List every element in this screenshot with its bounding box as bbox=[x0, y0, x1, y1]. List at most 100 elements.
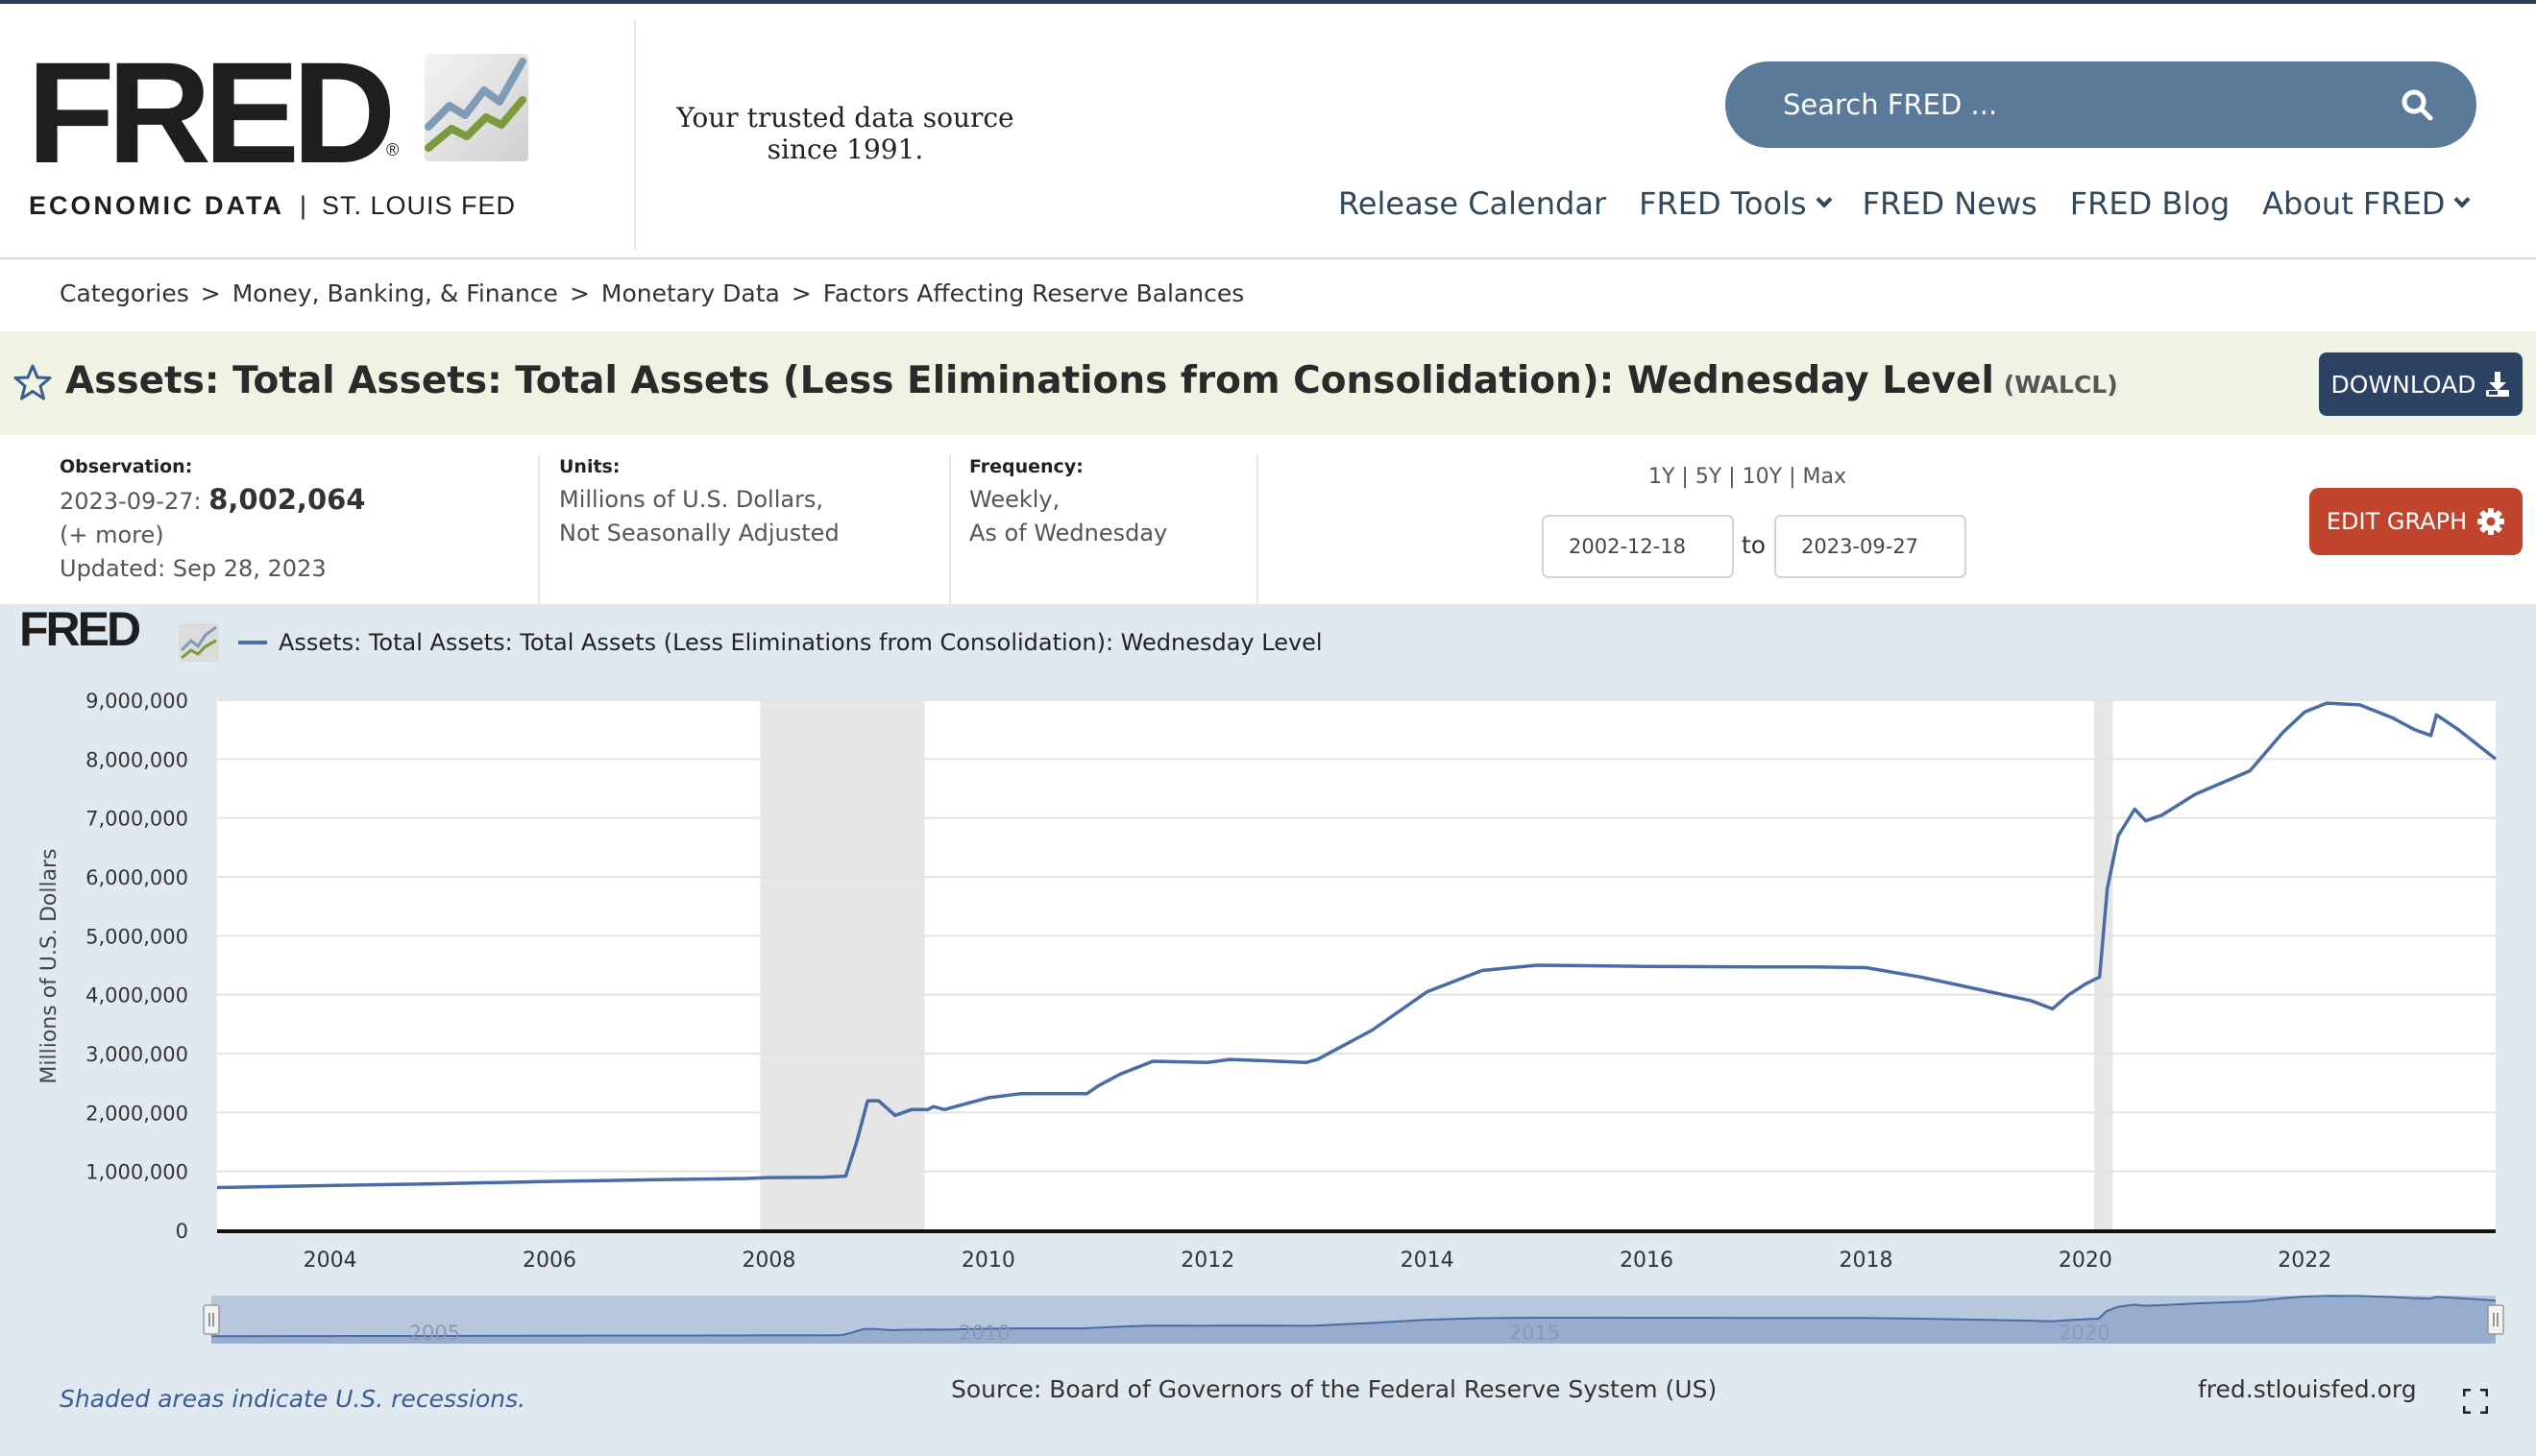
recession-note: Shaded areas indicate U.S. recessions. bbox=[60, 1385, 526, 1413]
frequency-line-2: As of Wednesday bbox=[969, 520, 1168, 546]
source-note[interactable]: Source: Board of Governors of the Federa… bbox=[951, 1375, 1717, 1403]
nav-label: Release Calendar bbox=[1338, 185, 1607, 222]
navigator-label: 2005 bbox=[409, 1322, 460, 1345]
edit-graph-label: EDIT GRAPH bbox=[2326, 508, 2468, 535]
more-observations-link[interactable]: (+ more) bbox=[60, 519, 365, 552]
search-input[interactable] bbox=[1783, 79, 2378, 131]
breadcrumb-categories[interactable]: Categories bbox=[60, 279, 189, 307]
x-tick-label: 2016 bbox=[1620, 1249, 1673, 1273]
meta-divider bbox=[538, 454, 540, 604]
site-note[interactable]: fred.stlouisfed.org bbox=[2198, 1375, 2417, 1403]
legend-label: Assets: Total Assets: Total Assets (Less… bbox=[279, 629, 1323, 656]
download-label: DOWNLOAD bbox=[2330, 370, 2476, 399]
chart-fred-logo: FRED bbox=[19, 604, 140, 656]
x-tick-label: 2018 bbox=[1839, 1249, 1892, 1273]
nav-label: FRED Tools bbox=[1639, 185, 1807, 222]
breadcrumb-separator: > bbox=[569, 279, 590, 307]
search-icon[interactable] bbox=[2400, 87, 2434, 122]
nav-fred-tools[interactable]: FRED Tools bbox=[1639, 182, 1833, 225]
observation-date: 2023-09-27: bbox=[60, 488, 202, 515]
x-tick-label: 2008 bbox=[742, 1249, 795, 1273]
tagline: Your trusted data source since 1991. bbox=[676, 102, 1014, 165]
y-tick-label: 0 bbox=[176, 1220, 188, 1243]
y-tick-label: 2,000,000 bbox=[85, 1102, 188, 1125]
meta-divider bbox=[1256, 454, 1258, 604]
y-tick-label: 6,000,000 bbox=[85, 866, 188, 889]
x-tick-label: 2014 bbox=[1401, 1249, 1454, 1273]
navigator-handle[interactable] bbox=[2487, 1304, 2504, 1335]
nav-label: FRED News bbox=[1862, 185, 2037, 222]
breadcrumb-separator: > bbox=[200, 279, 221, 307]
chart[interactable]: 0 1,000,000 2,000,000 3,000,000 4,000,000 5,0… bbox=[0, 604, 2536, 1372]
units-line-1: Millions of U.S. Dollars, bbox=[559, 486, 824, 513]
start-date-input[interactable]: 2002-12-18 bbox=[1542, 515, 1734, 578]
units-label: Units: bbox=[559, 456, 621, 477]
download-icon bbox=[2486, 372, 2510, 397]
breadcrumb-factors[interactable]: Factors Affecting Reserve Balances bbox=[823, 279, 1245, 307]
frequency-block: Frequency: Weekly, As of Wednesday bbox=[969, 456, 1167, 550]
y-tick-label: 3,000,000 bbox=[85, 1043, 188, 1066]
meta-divider bbox=[949, 454, 951, 604]
observation-block: Observation: 2023-09-27: 8,002,064 (+ mo… bbox=[60, 456, 365, 586]
site-header: FRED ® ECONOMIC DATA | ST. LOUIS FED Your … bbox=[0, 0, 2536, 259]
observation-value: 8,002,064 bbox=[208, 483, 366, 516]
units-block: Units: Millions of U.S. Dollars, Not Sea… bbox=[559, 456, 840, 550]
main-nav: Release Calendar FRED Tools FRED News FR… bbox=[1338, 182, 2471, 225]
observation-value-line: 2023-09-27: 8,002,064 bbox=[60, 483, 365, 519]
x-tick-label: 2006 bbox=[523, 1249, 576, 1273]
navigator-label: 2020 bbox=[2059, 1322, 2109, 1345]
logo-economic-data: ECONOMIC DATA bbox=[29, 191, 284, 220]
x-tick-label: 2004 bbox=[304, 1249, 357, 1273]
breadcrumb-monetary-data[interactable]: Monetary Data bbox=[601, 279, 780, 307]
logo-chart-icon bbox=[425, 54, 528, 161]
plot-area bbox=[217, 700, 2496, 1230]
nav-fred-blog[interactable]: FRED Blog bbox=[2070, 182, 2230, 225]
nav-label: FRED Blog bbox=[2069, 185, 2231, 222]
search-bar[interactable] bbox=[1725, 61, 2476, 148]
breadcrumb-separator: > bbox=[791, 279, 812, 307]
registered-mark: ® bbox=[386, 140, 400, 159]
breadcrumb-money-banking[interactable]: Money, Banking, & Finance bbox=[232, 279, 558, 307]
x-tick-label: 2022 bbox=[2278, 1249, 2331, 1273]
nav-label: About FRED bbox=[2262, 185, 2446, 222]
gear-icon bbox=[2477, 508, 2505, 535]
updated-date: Updated: Sep 28, 2023 bbox=[60, 555, 327, 582]
y-tick-label: 4,000,000 bbox=[85, 984, 188, 1007]
fullscreen-icon[interactable] bbox=[2463, 1389, 2488, 1414]
series-title-text: Assets: Total Assets: Total Assets (Less… bbox=[65, 359, 1994, 402]
star-icon[interactable] bbox=[13, 363, 52, 401]
navigator-label: 2015 bbox=[1509, 1322, 1560, 1345]
y-tick-label: 9,000,000 bbox=[85, 690, 188, 713]
units-line-2: Not Seasonally Adjusted bbox=[559, 520, 840, 546]
y-tick-label: 7,000,000 bbox=[85, 808, 188, 831]
logo-subtitle: ECONOMIC DATA | ST. LOUIS FED bbox=[29, 191, 516, 221]
y-tick-label: 8,000,000 bbox=[85, 748, 188, 771]
x-tick-label: 2012 bbox=[1181, 1249, 1234, 1273]
x-tick-label: 2010 bbox=[962, 1249, 1015, 1273]
observation-label: Observation: bbox=[60, 456, 193, 477]
series-title: Assets: Total Assets: Total Assets (Less… bbox=[65, 359, 2118, 402]
x-tick-label: 2020 bbox=[2059, 1249, 2112, 1273]
header-divider bbox=[634, 19, 636, 250]
navigator-handle[interactable] bbox=[203, 1304, 220, 1335]
series-meta bbox=[0, 435, 2536, 604]
logo-st-louis-fed: ST. LOUIS FED bbox=[322, 191, 517, 220]
breadcrumb: Categories > Money, Banking, & Finance > Mon… bbox=[60, 279, 1256, 307]
date-range-links[interactable]: 1Y | 5Y | 10Y | Max bbox=[1648, 465, 1846, 489]
edit-graph-button[interactable]: EDIT GRAPH bbox=[2309, 488, 2523, 555]
nav-about-fred[interactable]: About FRED bbox=[2262, 182, 2471, 225]
end-date-input[interactable]: 2023-09-27 bbox=[1774, 515, 1966, 578]
nav-fred-news[interactable]: FRED News bbox=[1863, 182, 2037, 225]
date-to-label: to bbox=[1742, 531, 1767, 559]
recession-band bbox=[2094, 700, 2113, 1230]
download-button[interactable]: DOWNLOAD bbox=[2319, 352, 2523, 416]
y-tick-label: 1,000,000 bbox=[85, 1161, 188, 1184]
frequency-line-1: Weekly, bbox=[969, 486, 1061, 513]
y-axis-label: Millions of U.S. Dollars bbox=[37, 848, 61, 1083]
fred-logo[interactable]: FRED bbox=[27, 40, 396, 184]
y-tick-label: 5,000,000 bbox=[85, 925, 188, 948]
frequency-label: Frequency: bbox=[969, 456, 1084, 477]
chevron-down-icon bbox=[1816, 191, 1833, 208]
navigator-label: 2010 bbox=[959, 1322, 1010, 1345]
nav-release-calendar[interactable]: Release Calendar bbox=[1338, 182, 1606, 225]
